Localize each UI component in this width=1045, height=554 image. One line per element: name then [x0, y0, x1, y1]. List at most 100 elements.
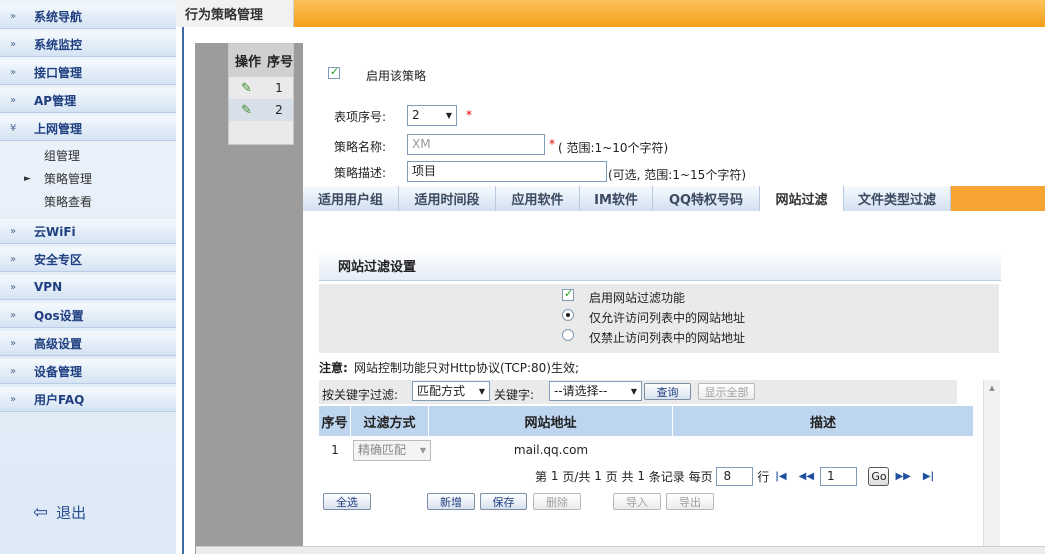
pager-total-records: 1: [637, 469, 645, 483]
dropdown-arrow-icon: ▼: [445, 111, 452, 120]
sidebar-item-internet[interactable]: ¥ 上网管理: [0, 116, 176, 141]
allow-list-label: 仅允许访问列表中的网站地址: [589, 311, 746, 325]
required-mark: *: [466, 108, 472, 122]
chevron-right-icon: »: [10, 393, 17, 405]
dropdown-arrow-icon: ▼: [478, 386, 485, 396]
enable-website-filter-checkbox[interactable]: [562, 287, 574, 301]
jump-page-input[interactable]: 1: [820, 466, 858, 486]
sidebar-item-qos[interactable]: » Qos设置: [0, 303, 176, 328]
row-number: 1: [331, 443, 339, 457]
filter-method-select[interactable]: 精确匹配 ▼: [353, 439, 431, 461]
pager-per-page-unit: 行: [757, 469, 770, 484]
sidebar-item-device[interactable]: » 设备管理: [0, 359, 176, 384]
keyword-filter-label: 按关键字过滤:: [322, 388, 399, 402]
sidebar-item-label: 高级设置: [34, 336, 83, 351]
sidebar-item-label: 安全专区: [34, 252, 83, 267]
header-bar: [294, 0, 1045, 27]
sidebar-item-security[interactable]: » 安全专区: [0, 247, 176, 272]
enable-policy-checkbox[interactable]: [328, 65, 340, 79]
first-page-icon[interactable]: |◀: [775, 471, 786, 482]
pager-current-page: 1: [550, 469, 559, 483]
deny-list-radio[interactable]: [562, 329, 574, 341]
name-label: 策略名称:: [334, 140, 387, 154]
table-row[interactable]: ✎ 1: [229, 77, 293, 99]
sidebar-item-ap[interactable]: » AP管理: [0, 88, 176, 113]
section-title: 网站过滤设置: [319, 251, 1001, 281]
policy-name-input[interactable]: XM: [407, 134, 545, 155]
tab-file-type-filter[interactable]: 文件类型过滤: [844, 186, 951, 211]
horizontal-scrollbar[interactable]: [196, 546, 1045, 554]
tab-bar-fill: [951, 186, 1045, 211]
sidebar-item-system-nav[interactable]: » 系统导航: [0, 4, 176, 29]
sidebar-item-label: VPN: [34, 280, 63, 294]
sidebar-item-vpn[interactable]: » VPN: [0, 275, 176, 300]
sidebar-subitem-policy[interactable]: ► 策略管理: [0, 167, 176, 190]
sidebar-subitem-group[interactable]: 组管理: [0, 144, 176, 167]
sidebar-item-faq[interactable]: » 用户FAQ: [0, 387, 176, 412]
logout-button[interactable]: ⇦ 退出: [33, 502, 86, 523]
scroll-up-icon[interactable]: ▲: [984, 384, 1000, 392]
last-page-icon[interactable]: ▶|: [923, 471, 934, 482]
keyword-select[interactable]: --请选择-- ▼: [549, 381, 642, 401]
chevron-right-icon: »: [10, 309, 17, 321]
chevron-right-icon: »: [10, 281, 17, 293]
column-header-url: 网站地址: [429, 406, 673, 436]
allow-list-radio[interactable]: [562, 309, 574, 321]
chevron-right-icon: »: [10, 365, 17, 377]
row-number: 1: [275, 81, 283, 95]
vertical-scrollbar[interactable]: ▲: [983, 380, 1000, 554]
index-select[interactable]: 2 ▼: [407, 105, 457, 126]
chevron-down-icon: ¥: [10, 122, 17, 134]
tab-time-period[interactable]: 适用时间段: [399, 186, 496, 211]
policy-description-input[interactable]: 项目: [407, 161, 607, 182]
dropdown-arrow-icon: ▼: [630, 386, 637, 396]
table-row[interactable]: 1 精确匹配 ▼ mail.qq.com: [319, 437, 973, 463]
tab-app-software[interactable]: 应用软件: [496, 186, 580, 211]
next-page-icon[interactable]: ▶▶: [895, 471, 910, 482]
tab-user-group[interactable]: 适用用户组: [303, 186, 399, 211]
policy-list-header: 操作 序号: [229, 44, 293, 77]
enable-website-filter-label: 启用网站过滤功能: [589, 291, 686, 305]
dropdown-arrow-icon: ▼: [419, 445, 426, 455]
save-button[interactable]: 保存: [480, 493, 527, 510]
column-header-method: 过滤方式: [351, 406, 429, 436]
column-header-num: 序号: [267, 55, 294, 70]
pager-total-pages: 1: [594, 469, 602, 483]
edit-icon[interactable]: ✎: [229, 103, 265, 118]
note-text: 网站控制功能只对Http协议(TCP:80)生效;: [354, 361, 580, 375]
logout-label: 退出: [56, 504, 87, 522]
match-mode-select[interactable]: 匹配方式 ▼: [412, 381, 490, 401]
sidebar-item-cloud-wifi[interactable]: » 云WiFi: [0, 219, 176, 244]
sidebar-item-advanced[interactable]: » 高级设置: [0, 331, 176, 356]
enable-policy-label: 启用该策略: [366, 69, 427, 83]
tab-im-software[interactable]: IM软件: [580, 186, 653, 211]
query-button[interactable]: 查询: [644, 383, 691, 400]
note-label: 注意:: [319, 361, 348, 375]
add-button[interactable]: 新增: [427, 493, 475, 510]
sidebar-item-system-monitor[interactable]: » 系统监控: [0, 32, 176, 57]
policy-tabs: 适用用户组 适用时间段 应用软件 IM软件 QQ特权号码 网站过滤 文件类型过滤: [303, 186, 951, 211]
sidebar-item-label: 系统监控: [34, 37, 83, 52]
edit-icon[interactable]: ✎: [229, 81, 265, 96]
sidebar-item-label: 云WiFi: [34, 224, 76, 239]
go-button[interactable]: Go: [868, 466, 890, 486]
previous-page-icon[interactable]: ◀◀: [799, 471, 814, 482]
chevron-right-icon: »: [10, 10, 17, 22]
index-label: 表项序号:: [334, 110, 387, 124]
tab-qq-privilege[interactable]: QQ特权号码: [653, 186, 760, 211]
per-page-input[interactable]: 8: [716, 466, 754, 486]
deny-list-label: 仅禁止访问列表中的网站地址: [589, 331, 746, 345]
sidebar-subitem-policy-view[interactable]: 策略查看: [0, 190, 176, 213]
export-button[interactable]: 导出: [666, 493, 714, 510]
logout-icon: ⇦: [33, 502, 49, 523]
tab-website-filter[interactable]: 网站过滤: [760, 186, 844, 211]
column-header-num: 序号: [319, 406, 351, 436]
delete-button[interactable]: 删除: [533, 493, 581, 510]
show-all-button[interactable]: 显示全部: [698, 383, 755, 400]
import-button[interactable]: 导入: [613, 493, 661, 510]
chevron-right-icon: »: [10, 38, 17, 50]
table-row[interactable]: ✎ 2: [229, 99, 293, 121]
sidebar-subitem-label: 策略管理: [44, 172, 93, 186]
select-all-button[interactable]: 全选: [323, 493, 371, 510]
sidebar-item-interface[interactable]: » 接口管理: [0, 60, 176, 85]
